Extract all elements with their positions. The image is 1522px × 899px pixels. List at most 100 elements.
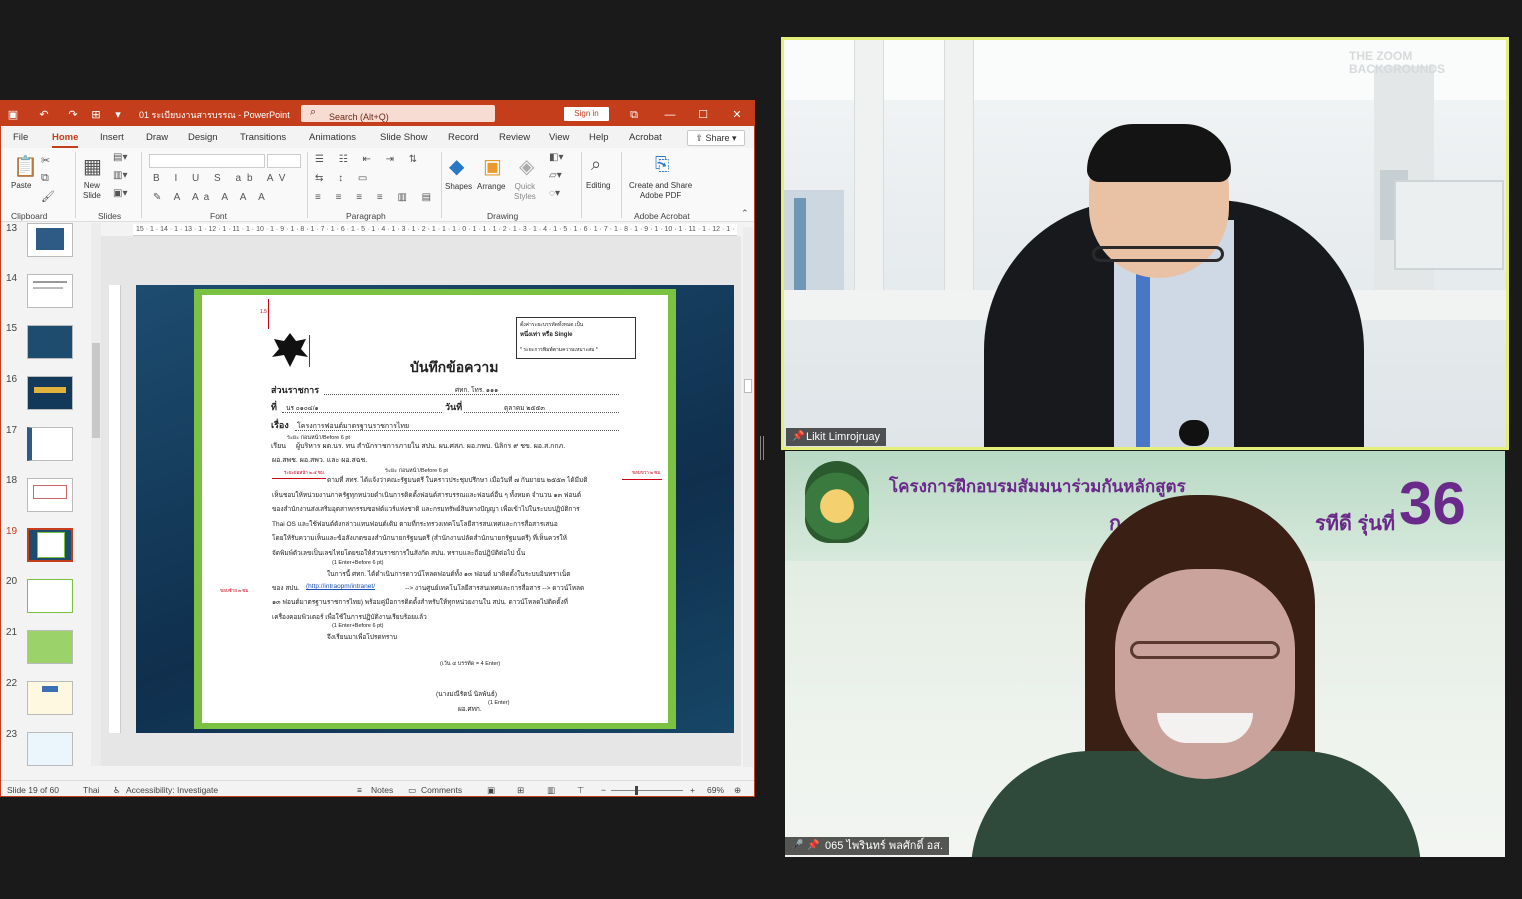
slide-thumbnail-active[interactable]: [27, 528, 73, 562]
tab-slide-show[interactable]: Slide Show: [380, 132, 428, 143]
adobe-pdf-icon[interactable]: ⎘: [655, 154, 669, 175]
tab-review[interactable]: Review: [499, 132, 530, 143]
window-title: 01 ระเบียบงานสารบรรณ - PowerPoint: [139, 110, 290, 120]
sign-in-button[interactable]: Sign in: [564, 107, 609, 121]
search-box[interactable]: ⌕ Search (Alt+Q): [301, 105, 495, 122]
tab-animations[interactable]: Animations: [309, 132, 356, 143]
layout-icon[interactable]: ▤▾: [113, 152, 127, 163]
close-icon[interactable]: ✕: [730, 108, 744, 122]
quick-styles-icon[interactable]: ◈: [519, 154, 534, 179]
redo-icon[interactable]: ↷: [66, 108, 80, 122]
tab-transitions[interactable]: Transitions: [240, 132, 286, 143]
thumb-number: 20: [6, 576, 18, 587]
slide-thumbnail[interactable]: [27, 376, 73, 410]
thumbnail-scrollbar[interactable]: [91, 223, 101, 766]
background-binder: [794, 198, 806, 298]
tab-record[interactable]: Record: [448, 132, 479, 143]
thumb-number: 23: [6, 729, 18, 740]
dept-label: ส่วนราชการ: [271, 385, 320, 395]
zoom-slider-thumb[interactable]: [635, 786, 638, 795]
reading-view-icon[interactable]: ▥: [547, 785, 555, 796]
fit-slide-icon[interactable]: ⊕: [734, 785, 741, 796]
title-bar: ▣ ↶ ↷ ⊞ ▾ 01 ระเบียบงานสารบรรณ - PowerPo…: [1, 101, 754, 126]
direction-buttons[interactable]: ⇆ ↕ ▭: [315, 173, 373, 184]
slide-thumbnail[interactable]: [27, 630, 73, 664]
collapse-ribbon-icon[interactable]: ⌃: [741, 208, 749, 219]
arrange-icon[interactable]: ▣: [483, 154, 502, 179]
slide-thumbnail[interactable]: [27, 427, 73, 461]
tab-draw[interactable]: Draw: [146, 132, 168, 143]
section-icon[interactable]: ▣▾: [113, 188, 127, 199]
tab-acrobat[interactable]: Acrobat: [629, 132, 662, 143]
intranet-link[interactable]: (http://intraopm/intranet/: [306, 583, 375, 590]
present-icon[interactable]: ⊞: [89, 108, 103, 122]
slide-thumbnail[interactable]: [27, 478, 73, 512]
tab-design[interactable]: Design: [188, 132, 218, 143]
tab-insert[interactable]: Insert: [100, 132, 124, 143]
undo-icon[interactable]: ↶: [37, 108, 51, 122]
notes-button[interactable]: Notes: [371, 785, 393, 795]
cut-icon[interactable]: ✂: [41, 154, 50, 167]
splitter-handle[interactable]: [760, 436, 764, 460]
format-painter-icon[interactable]: 🖌: [41, 190, 55, 203]
shape-outline-icon[interactable]: ▱▾: [549, 170, 562, 181]
slide-thumbnail[interactable]: [27, 681, 73, 715]
slide-thumbnail[interactable]: [27, 274, 73, 308]
font-color-buttons[interactable]: ✎ A Aa A A A: [153, 192, 270, 203]
zoom-slider[interactable]: [611, 790, 683, 791]
tab-home[interactable]: Home: [52, 132, 79, 148]
minimize-icon[interactable]: —: [663, 108, 677, 122]
slide-thumbnail[interactable]: [27, 579, 73, 613]
shapes-icon[interactable]: ◆: [449, 154, 464, 179]
copy-icon[interactable]: ⧉: [41, 172, 49, 185]
slide-sorter-icon[interactable]: ⊞: [517, 785, 524, 796]
font-size-input[interactable]: [267, 154, 301, 168]
garuda-emblem-icon: [272, 333, 308, 367]
slide-thumbnail[interactable]: [27, 223, 73, 257]
zoom-in-icon[interactable]: +: [690, 785, 695, 795]
video-tile-active-speaker[interactable]: THE ZOOM BACKGROUNDS 📌 Likit Limrojruay: [781, 37, 1509, 450]
slide-thumbnail[interactable]: [27, 732, 73, 766]
slide-thumbnail[interactable]: [27, 325, 73, 359]
font-name-input[interactable]: [149, 154, 265, 168]
tab-view[interactable]: View: [549, 132, 569, 143]
save-icon[interactable]: ▣: [6, 108, 20, 122]
box-line: * ระยะการพิมพ์ตามความเหมาะสม *: [520, 347, 598, 353]
arrange-button[interactable]: Arrange: [477, 182, 505, 192]
slideshow-view-icon[interactable]: ⊤: [577, 785, 584, 796]
list-buttons[interactable]: ☰ ☷ ⇤ ⇥ ⇅: [315, 154, 423, 165]
new-slide-icon[interactable]: ▦: [83, 154, 102, 179]
accessibility-status[interactable]: Accessibility: Investigate: [126, 785, 218, 795]
margin-top-annotation: 1.5: [260, 309, 267, 315]
language-indicator[interactable]: Thai: [83, 785, 100, 795]
editing-button[interactable]: Editing: [586, 181, 610, 191]
align-buttons[interactable]: ≡ ≡ ≡ ≡ ▥ ▤: [315, 192, 437, 203]
share-button[interactable]: ⇪ Share ▾: [687, 130, 745, 146]
thumb-number: 19: [6, 526, 18, 537]
shapes-button[interactable]: Shapes: [445, 182, 472, 192]
zoom-out-icon[interactable]: −: [601, 785, 606, 795]
quick-styles-button[interactable]: Quick Styles: [514, 182, 536, 202]
create-share-pdf-button[interactable]: Create and Share Adobe PDF: [629, 181, 692, 201]
editing-icon[interactable]: ⌕: [591, 154, 601, 175]
tab-help[interactable]: Help: [589, 132, 609, 143]
video-tile-participant[interactable]: โครงการฝึกอบรมสัมมนาร่วมกันหลักสูตร ก รท…: [785, 451, 1505, 857]
paste-icon[interactable]: 📋: [13, 154, 38, 179]
normal-view-icon[interactable]: ▣: [487, 785, 495, 796]
box-line: ตั้งค่าระยะบรรทัดทั้งหมด เป็น: [520, 322, 584, 328]
banner-subtitle-end: รทีดี รุ่นที่: [1315, 513, 1396, 535]
zoom-level[interactable]: 69%: [707, 785, 724, 795]
signer-name: (นางมณีรัตน์ นิลพันธ์): [436, 691, 497, 698]
ribbon-display-icon[interactable]: ⧉: [627, 108, 641, 122]
font-format-buttons[interactable]: B I U S ab AV: [153, 173, 291, 184]
customize-toolbar-icon[interactable]: ▾: [111, 108, 125, 122]
reset-icon[interactable]: ▥▾: [113, 170, 127, 181]
paste-button[interactable]: Paste: [11, 181, 31, 191]
tab-file[interactable]: File: [13, 132, 28, 143]
comments-button[interactable]: Comments: [421, 785, 462, 795]
editor-scrollbar[interactable]: [743, 227, 753, 767]
shape-fill-icon[interactable]: ◧▾: [549, 152, 563, 163]
shape-effects-icon[interactable]: ◌▾: [549, 188, 560, 199]
new-slide-button[interactable]: New Slide: [83, 181, 101, 201]
maximize-icon[interactable]: ☐: [696, 108, 710, 122]
